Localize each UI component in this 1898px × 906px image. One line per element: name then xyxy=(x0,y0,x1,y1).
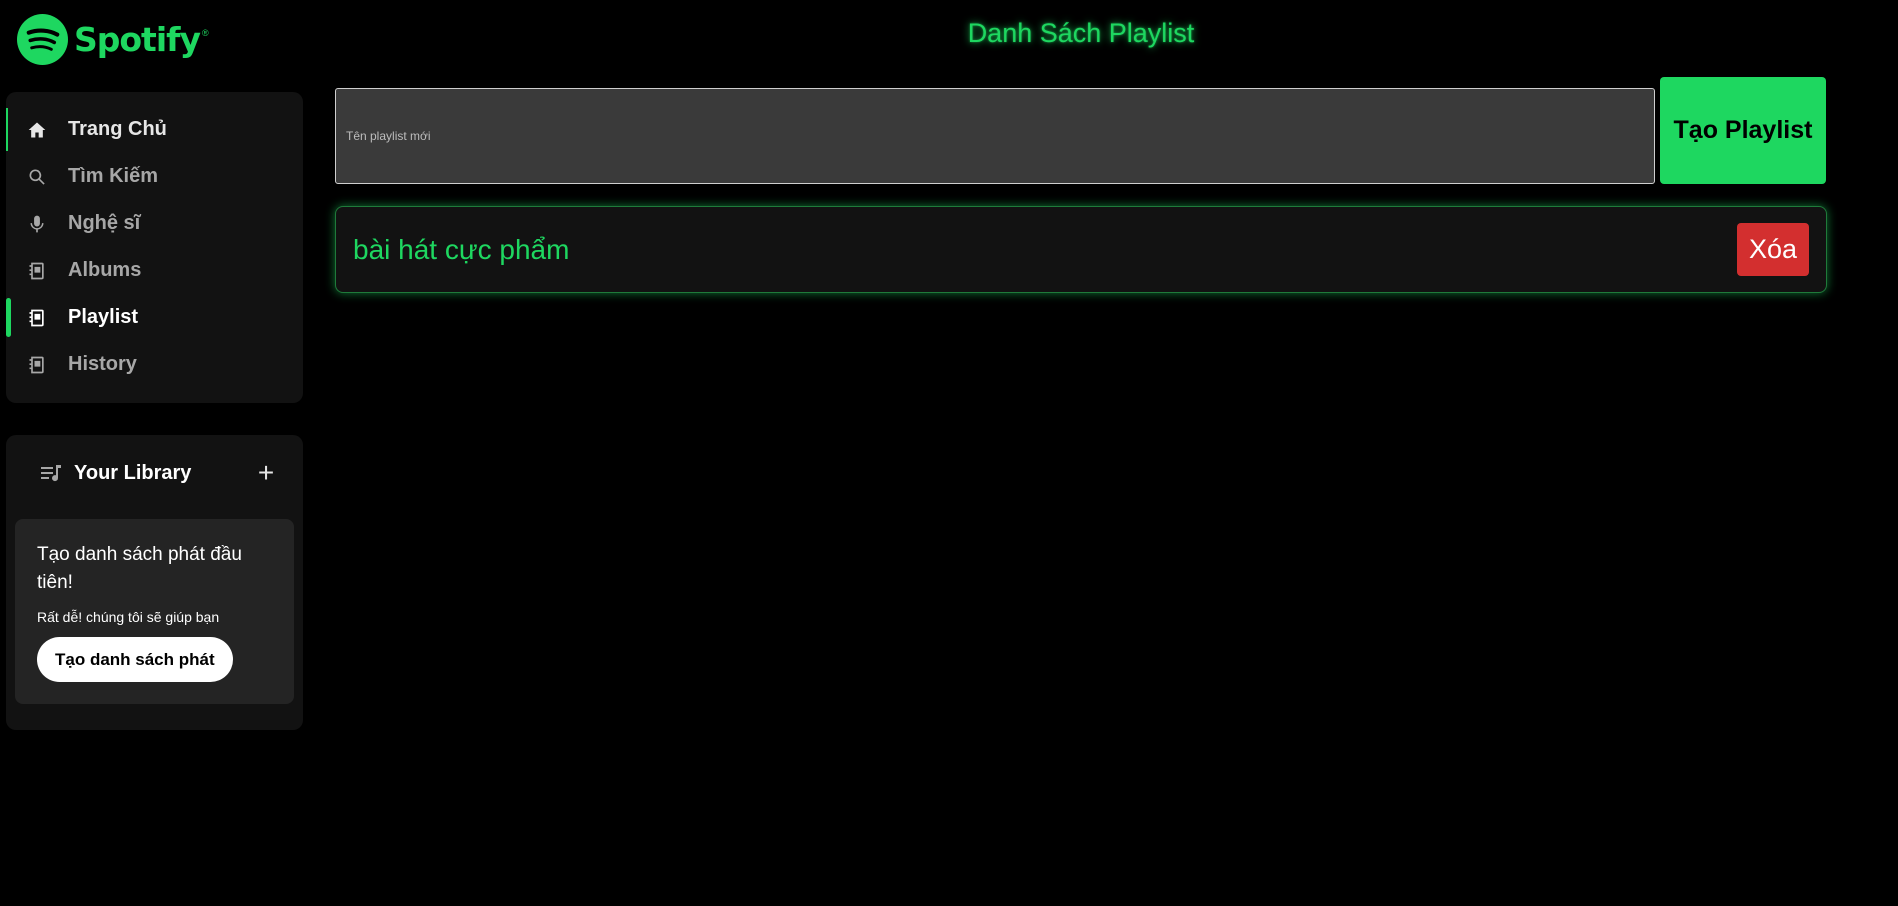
create-playlist-card: Tạo danh sách phát đầu tiên! Rất dễ! chú… xyxy=(15,519,294,704)
sidebar-item-home[interactable]: Trang Chủ xyxy=(6,106,303,153)
brand-name: Spotify xyxy=(74,20,201,59)
sidebar-item-search[interactable]: Tìm Kiếm xyxy=(6,153,303,200)
sidebar-item-albums[interactable]: Albums xyxy=(6,247,303,294)
sidebar-item-label: Albums xyxy=(68,259,142,281)
sidebar-nav: Trang Chủ Tìm Kiếm Nghệ sĩ Albums Playli… xyxy=(6,92,303,403)
album-icon xyxy=(24,258,50,284)
library-header: Your Library + xyxy=(38,455,281,491)
sidebar-item-playlist[interactable]: Playlist xyxy=(6,294,303,341)
playlist-icon xyxy=(24,305,50,331)
sidebar-item-label: History xyxy=(68,353,137,375)
library-title[interactable]: Your Library xyxy=(74,462,251,485)
delete-playlist-button[interactable]: Xóa xyxy=(1736,223,1809,276)
sidebar-item-history[interactable]: History xyxy=(6,341,303,388)
page-title: Danh Sách Playlist xyxy=(967,18,1195,48)
create-playlist-submit-button[interactable]: Tạo Playlist xyxy=(1660,77,1826,184)
plus-icon[interactable]: + xyxy=(251,458,281,488)
brand-trademark: ® xyxy=(202,28,209,38)
playlist-name-input[interactable] xyxy=(335,88,1655,184)
microphone-icon xyxy=(24,211,50,237)
sidebar-item-artists[interactable]: Nghệ sĩ xyxy=(6,200,303,247)
sidebar-item-label: Tìm Kiếm xyxy=(68,165,159,187)
playlist-list-item: bài hát cực phẩm Xóa xyxy=(335,206,1827,293)
library-icon[interactable] xyxy=(38,461,62,485)
sidebar-item-label: Nghệ sĩ xyxy=(68,212,141,234)
search-icon xyxy=(24,164,50,190)
sidebar-item-label: Trang Chủ xyxy=(68,118,167,140)
create-playlist-card-subtitle: Rất dễ! chúng tôi sẽ giúp bạn xyxy=(37,609,220,625)
library-panel: Your Library + Tạo danh sách phát đầu ti… xyxy=(6,435,303,730)
sidebar-item-label: Playlist xyxy=(68,306,139,328)
create-playlist-button[interactable]: Tạo danh sách phát xyxy=(37,637,233,682)
spotify-logo[interactable]: Spotify ® xyxy=(17,14,209,65)
create-playlist-card-title: Tạo danh sách phát đầu tiên! xyxy=(37,544,242,593)
history-icon xyxy=(24,352,50,378)
playlist-name[interactable]: bài hát cực phẩm xyxy=(353,234,1737,266)
spotify-logo-icon xyxy=(17,14,68,65)
home-icon xyxy=(24,117,50,143)
